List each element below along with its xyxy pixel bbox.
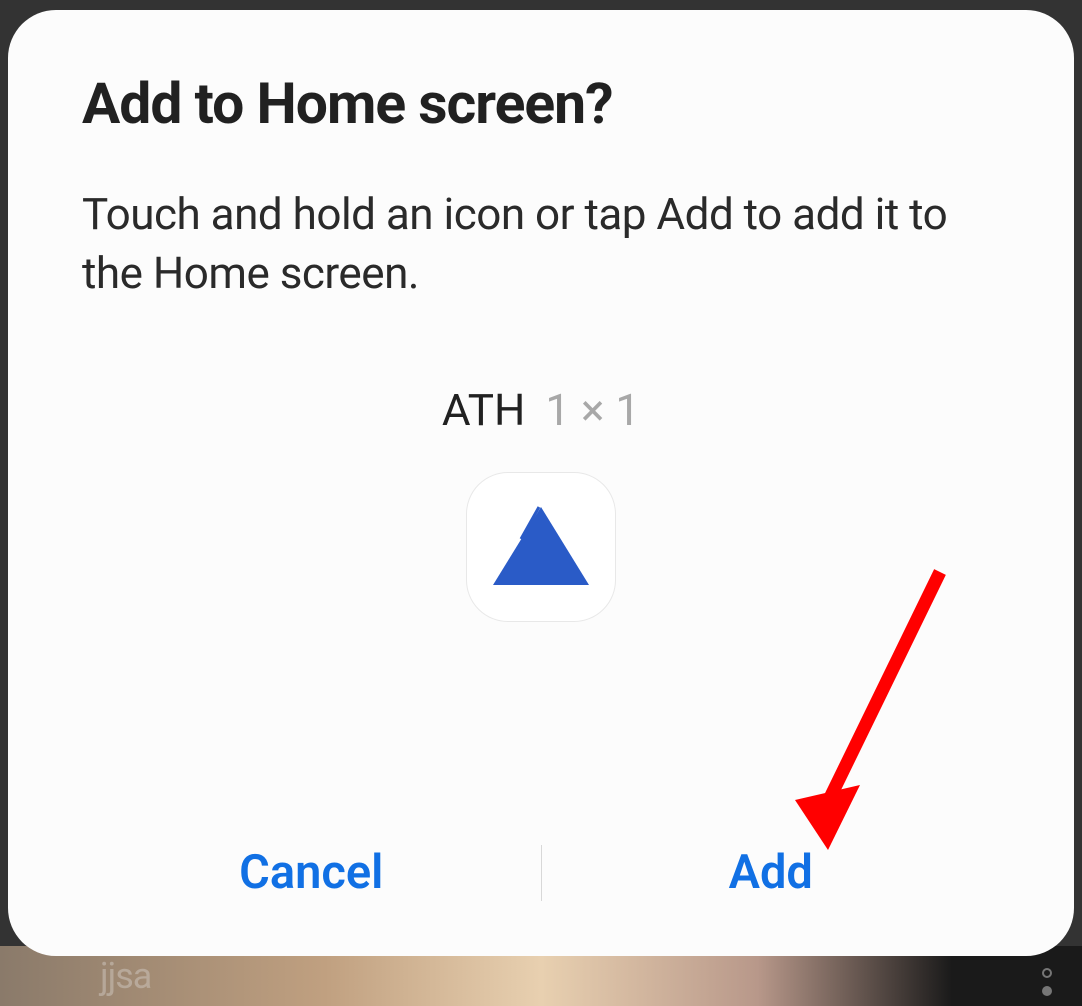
nav-dot: [1042, 968, 1052, 978]
background-text: jjsa: [100, 955, 151, 997]
cancel-button[interactable]: Cancel: [82, 829, 541, 916]
widget-icon[interactable]: [466, 472, 616, 622]
add-to-home-dialog: Add to Home screen? Touch and hold an ic…: [8, 10, 1074, 956]
nav-dot: [1042, 986, 1052, 996]
dialog-description: Touch and hold an icon or tap Add to add…: [82, 185, 1000, 304]
widget-size: 1 × 1: [545, 384, 640, 436]
dialog-button-row: Cancel Add: [82, 829, 1000, 916]
nav-indicator: [1042, 968, 1052, 996]
widget-preview-section: ATH 1 × 1: [82, 384, 1000, 829]
dialog-title: Add to Home screen?: [82, 70, 1000, 137]
widget-name: ATH: [442, 384, 526, 436]
add-button[interactable]: Add: [542, 829, 1001, 916]
triangle-icon: [481, 487, 601, 607]
widget-label-row: ATH 1 × 1: [442, 384, 640, 436]
